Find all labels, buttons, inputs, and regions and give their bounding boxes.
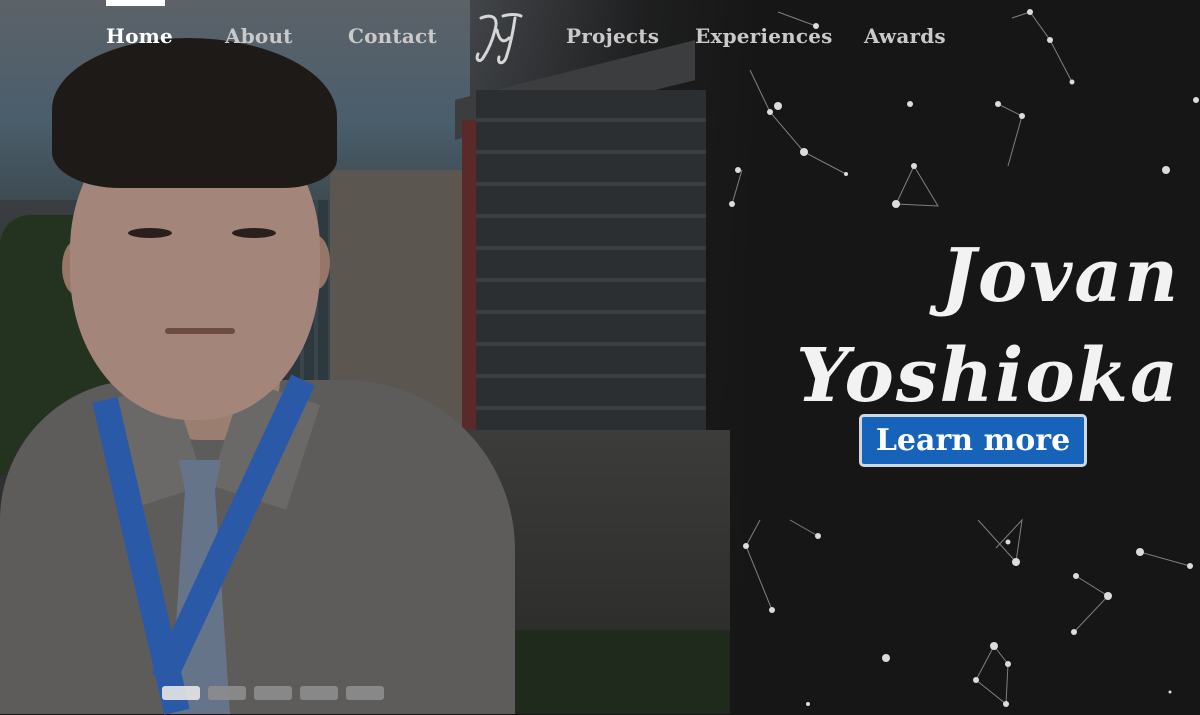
nav-about[interactable]: About (225, 24, 293, 48)
hero-last-name: Yoshioka (796, 333, 1180, 419)
learn-more-button[interactable]: Learn more (859, 414, 1087, 467)
portrait (0, 0, 520, 715)
nav-experiences[interactable]: Experiences (695, 24, 833, 48)
hero-name: Jovan Yoshioka (760, 226, 1180, 426)
carousel-dot-2[interactable] (208, 686, 246, 700)
top-navigation: Home About Contact Projects Experiences … (0, 0, 1200, 70)
hero-first-name: Jovan (940, 233, 1180, 319)
carousel-dot-5[interactable] (346, 686, 384, 700)
carousel-dot-1[interactable] (162, 686, 200, 700)
carousel-dot-3[interactable] (254, 686, 292, 700)
nav-home[interactable]: Home (106, 24, 173, 48)
jy-monogram-icon[interactable] (473, 8, 523, 68)
eye-right (232, 228, 276, 238)
lawn (500, 630, 730, 714)
nav-projects[interactable]: Projects (566, 24, 659, 48)
carousel-dot-4[interactable] (300, 686, 338, 700)
nav-contact[interactable]: Contact (348, 24, 437, 48)
nav-awards[interactable]: Awards (864, 24, 946, 48)
eye-left (128, 228, 172, 238)
mouth (165, 328, 235, 334)
carousel-indicators (162, 686, 384, 700)
active-nav-indicator (106, 0, 165, 6)
